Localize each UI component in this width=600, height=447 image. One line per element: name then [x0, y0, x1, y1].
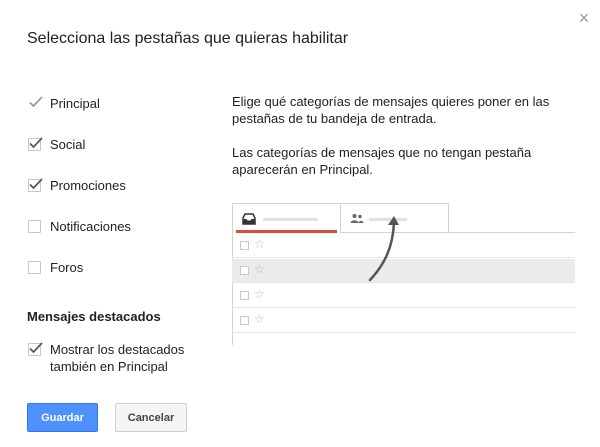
- description-paragraph-2: Las categorías de mensajes que no tengan…: [232, 145, 532, 177]
- option-principal: Principal: [28, 94, 100, 112]
- checkbox-starred[interactable]: [28, 342, 43, 356]
- option-label-line1: Mostrar los destacados: [50, 342, 185, 357]
- dialog-title: Selecciona las pestañas que quieras habi…: [27, 30, 349, 47]
- checkmark-icon: [29, 95, 43, 107]
- option-label: Social: [50, 136, 86, 152]
- checkbox-promociones[interactable]: [28, 177, 43, 192]
- cancel-button[interactable]: Cancelar: [115, 403, 187, 432]
- starred-section-title: Mensajes destacados: [27, 309, 161, 324]
- checkmark-icon: [29, 342, 43, 354]
- option-label: Promociones: [50, 177, 126, 193]
- checkmark-icon: [29, 136, 43, 148]
- tab-selection-dialog: Selecciona las pestañas que quieras habi…: [0, 0, 600, 447]
- option-label: Foros: [50, 259, 84, 275]
- checkbox-social[interactable]: [28, 136, 43, 151]
- option-promociones[interactable]: Promociones: [28, 176, 126, 194]
- option-label: Principal: [50, 95, 100, 111]
- description-paragraph-1: Elige qué categorías de mensajes quieres…: [232, 94, 550, 126]
- option-social[interactable]: Social: [28, 135, 85, 153]
- option-label: Notificaciones: [50, 218, 131, 234]
- option-notificaciones[interactable]: Notificaciones: [28, 217, 131, 235]
- inbox-preview: ☆ ☆ ☆ ☆: [232, 203, 575, 345]
- close-icon[interactable]: ×: [576, 9, 592, 27]
- checkmark-icon: [29, 177, 43, 189]
- checkbox-notificaciones[interactable]: [28, 219, 41, 233]
- checkbox-foros[interactable]: [28, 260, 41, 274]
- option-label-line2: también en Principal: [50, 359, 168, 374]
- option-label: Mostrar los destacados también en Princi…: [50, 341, 184, 375]
- drag-arrow-icon: [368, 216, 399, 282]
- save-button[interactable]: Guardar: [27, 403, 98, 432]
- checkbox-principal: [28, 95, 43, 110]
- option-starred-in-principal[interactable]: Mostrar los destacados también en Princi…: [28, 341, 184, 375]
- option-foros[interactable]: Foros: [28, 258, 83, 276]
